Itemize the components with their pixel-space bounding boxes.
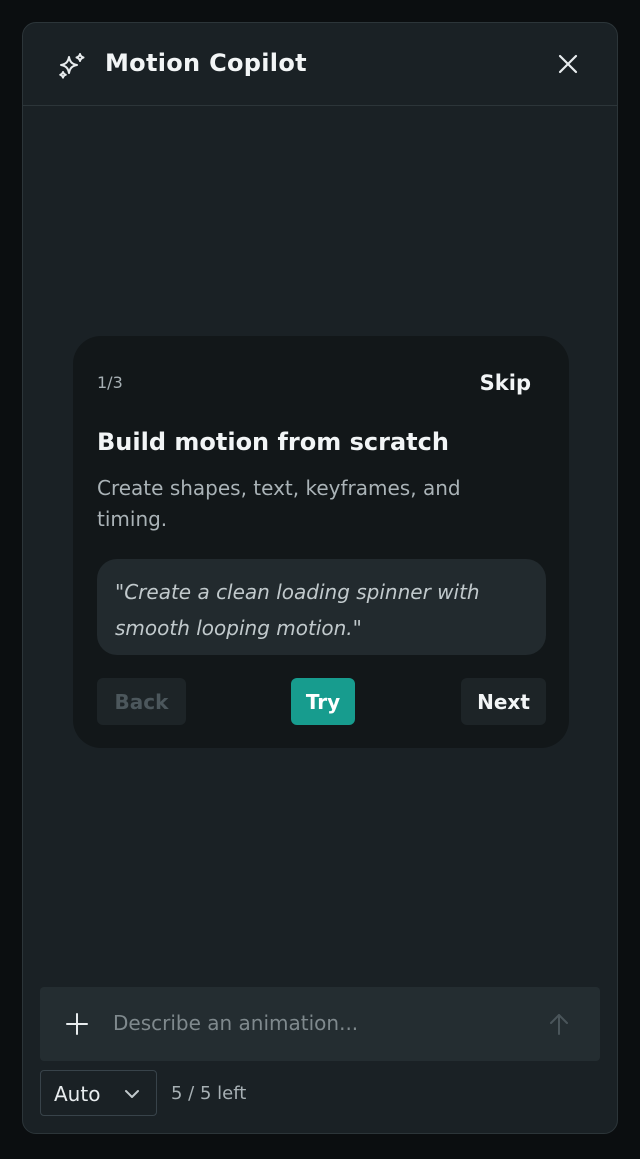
prompt-input[interactable] bbox=[113, 1005, 513, 1041]
model-select-value: Auto bbox=[54, 1082, 101, 1106]
next-button[interactable]: Next bbox=[461, 678, 546, 725]
try-button[interactable]: Try bbox=[291, 678, 355, 725]
model-select[interactable]: Auto bbox=[40, 1070, 157, 1116]
chevron-down-icon bbox=[125, 1090, 139, 1098]
back-button[interactable]: Back bbox=[97, 678, 186, 725]
close-icon[interactable] bbox=[555, 51, 581, 77]
example-prompt: "Create a clean loading spinner with smo… bbox=[97, 559, 546, 655]
prompt-composer bbox=[40, 987, 600, 1061]
onboarding-card: 1/3 Skip Build motion from scratch Creat… bbox=[73, 336, 569, 748]
usage-quota: 5 / 5 left bbox=[171, 1083, 247, 1104]
panel-header: Motion Copilot bbox=[23, 23, 617, 106]
onboarding-description: Create shapes, text, keyframes, and timi… bbox=[97, 476, 461, 531]
arrow-up-icon[interactable] bbox=[548, 1012, 570, 1036]
plus-icon[interactable] bbox=[66, 1013, 88, 1035]
sparkles-icon bbox=[59, 53, 85, 79]
copilot-panel: Motion Copilot 1/3 Skip Build motion fro… bbox=[22, 22, 618, 1134]
step-indicator: 1/3 bbox=[97, 373, 123, 392]
panel-title: Motion Copilot bbox=[105, 49, 307, 77]
example-prompt-text: "Create a clean loading spinner with smo… bbox=[115, 580, 480, 640]
skip-button[interactable]: Skip bbox=[480, 371, 531, 395]
onboarding-title: Build motion from scratch bbox=[97, 428, 449, 456]
